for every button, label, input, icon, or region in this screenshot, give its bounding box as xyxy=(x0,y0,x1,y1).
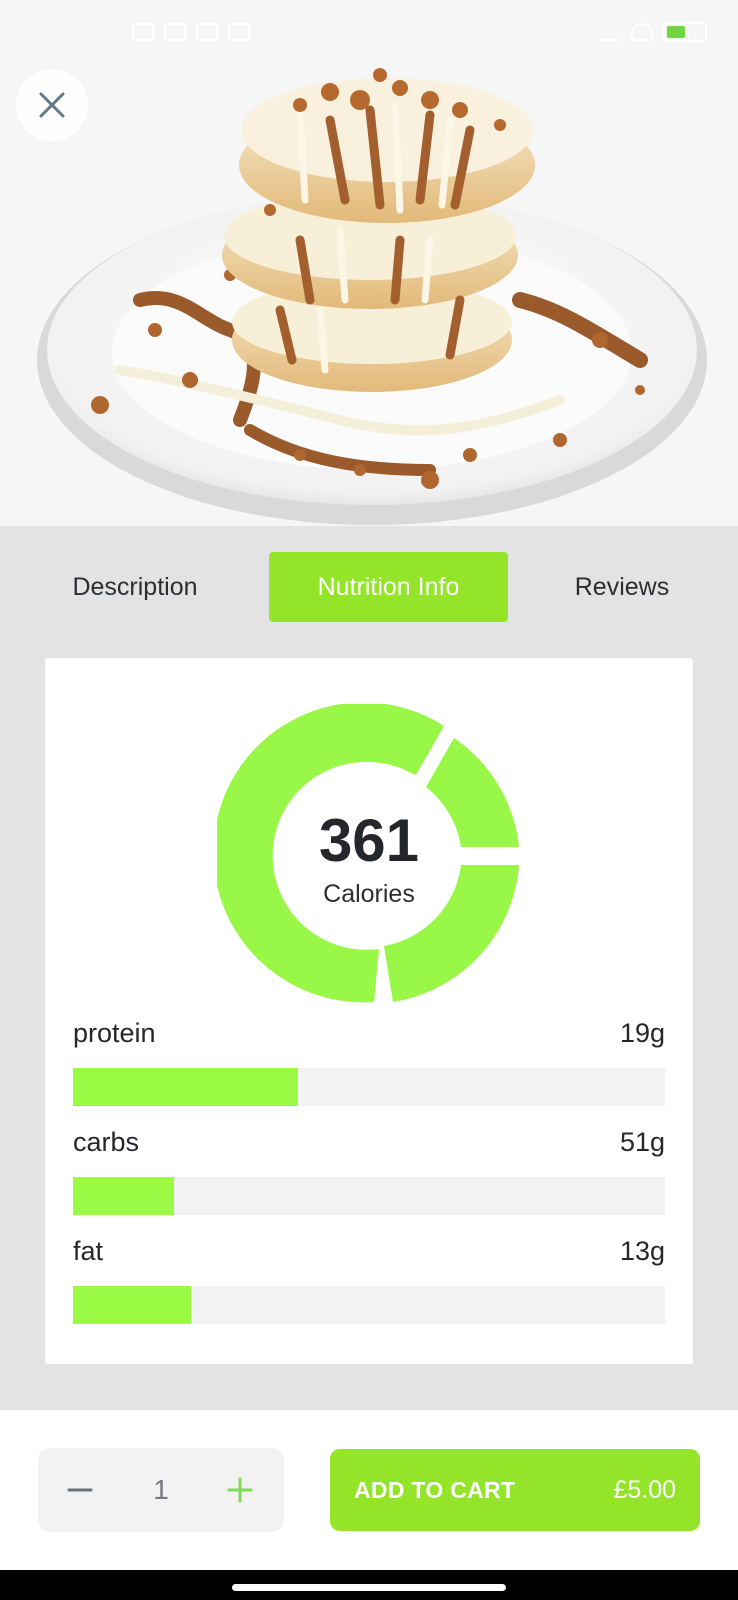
app-notification-icon xyxy=(196,23,219,41)
macro-progress-track xyxy=(73,1177,665,1215)
calories-value: 361 xyxy=(318,807,420,874)
bottom-action-bar: 1 ADD TO CART £5.00 xyxy=(0,1410,738,1570)
home-indicator[interactable] xyxy=(232,1584,506,1591)
macro-value: 51g xyxy=(619,1126,665,1157)
signal-icon xyxy=(598,23,621,41)
add-to-cart-button[interactable]: ADD TO CART £5.00 xyxy=(330,1449,700,1531)
calories-label: Calories xyxy=(323,880,415,908)
chat-icon xyxy=(164,23,187,41)
macro-name: fat xyxy=(73,1235,104,1266)
macro-name: protein xyxy=(73,1017,156,1048)
quantity-value: 1 xyxy=(153,1474,169,1505)
tab-bar: Description Nutrition Info Reviews xyxy=(0,552,738,622)
macro-name: carbs xyxy=(73,1126,140,1157)
macro-progress-track xyxy=(73,1286,665,1324)
battery-icon xyxy=(662,22,707,42)
status-time: 2:31 PM xyxy=(48,20,123,43)
macro-fat: fat 13g xyxy=(73,1234,665,1324)
status-bar: 2:31 PM 5 xyxy=(0,0,738,64)
macro-progress-fill xyxy=(73,1286,192,1324)
food-photo xyxy=(0,0,738,526)
macro-value: 19g xyxy=(619,1017,665,1048)
quantity-stepper: 1 xyxy=(38,1448,284,1532)
nutrition-card: 361 Calories protein 19g carbs 51g fat 1… xyxy=(45,658,693,1364)
youtube-icon xyxy=(228,23,251,41)
macro-progress-fill xyxy=(73,1068,298,1106)
increase-quantity-button[interactable] xyxy=(216,1466,264,1514)
add-to-cart-label: ADD TO CART xyxy=(354,1476,516,1503)
macro-value: 13g xyxy=(619,1235,665,1266)
macro-protein: protein 19g xyxy=(73,1016,665,1106)
close-icon xyxy=(39,92,65,118)
plus-icon xyxy=(227,1477,253,1503)
wifi-icon xyxy=(630,23,653,41)
macro-carbs: carbs 51g xyxy=(73,1125,665,1215)
macro-progress-fill xyxy=(73,1177,174,1215)
tab-description[interactable]: Description xyxy=(40,552,230,622)
product-image: 2:31 PM 5 xyxy=(0,0,738,526)
minus-icon xyxy=(67,1488,93,1492)
close-button[interactable] xyxy=(16,69,88,141)
cart-price: £5.00 xyxy=(613,1475,676,1504)
macro-progress-track xyxy=(73,1068,665,1106)
tab-nutrition-info[interactable]: Nutrition Info xyxy=(269,552,508,622)
tab-reviews[interactable]: Reviews xyxy=(550,552,694,622)
alarm-icon xyxy=(132,23,155,41)
decrease-quantity-button[interactable] xyxy=(56,1466,104,1514)
